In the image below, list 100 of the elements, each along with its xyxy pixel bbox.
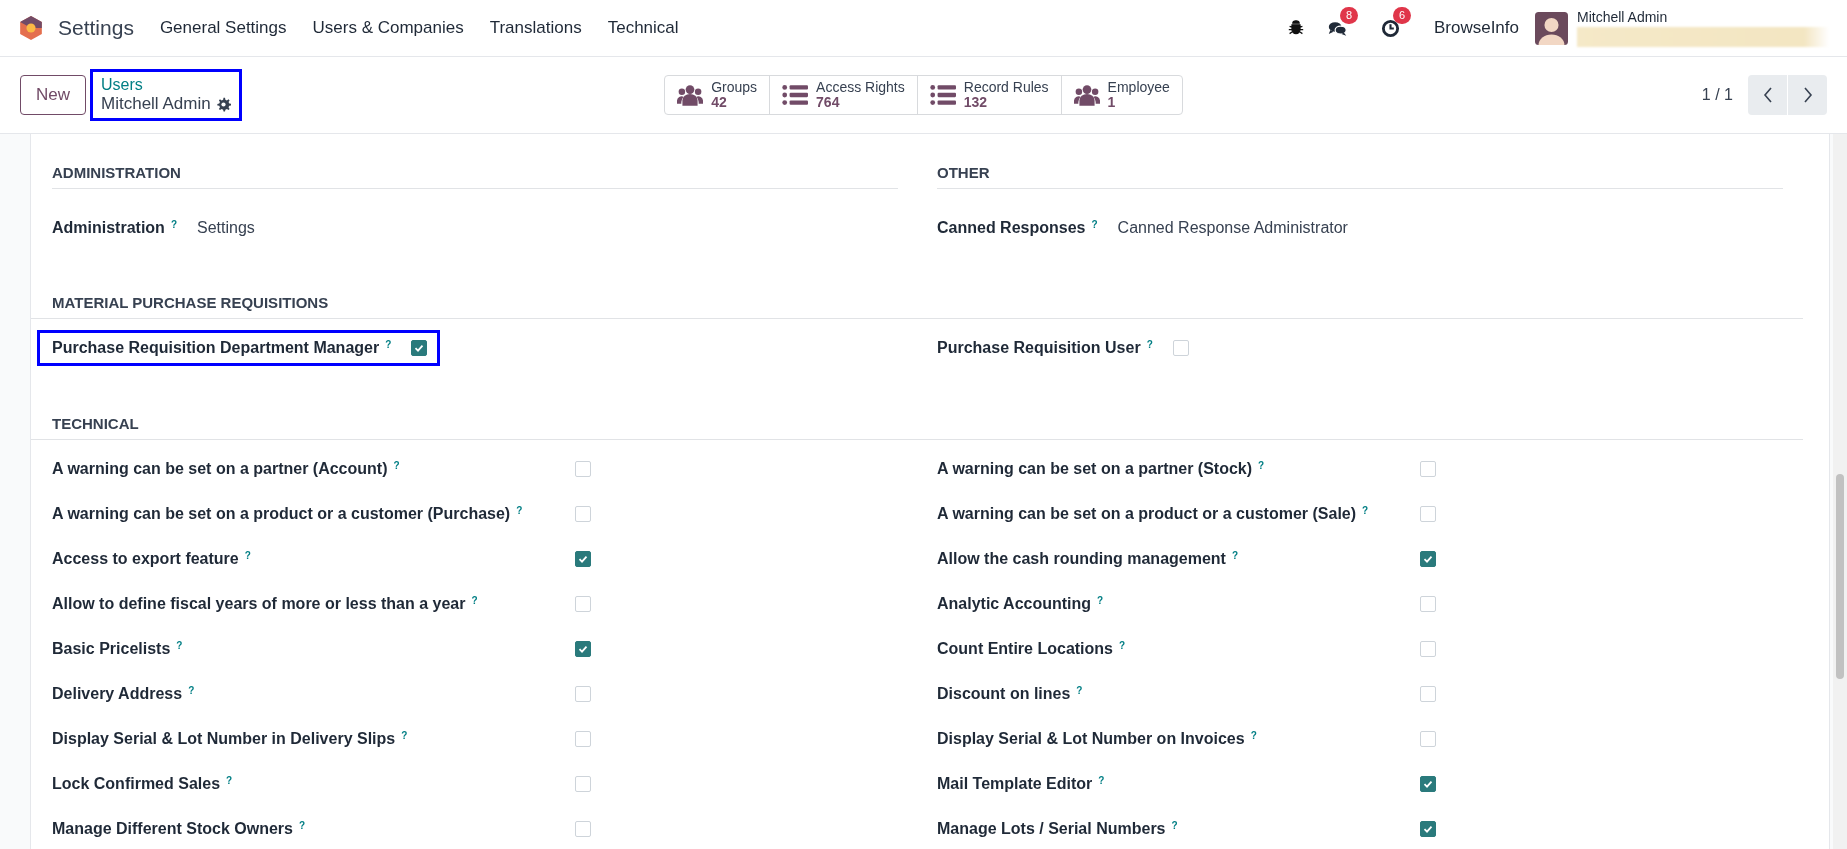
bug-icon[interactable] [1287,20,1304,36]
field-label: A warning can be set on a partner (Account) [52,460,388,478]
smart-button-count: 42 [711,95,727,111]
field-label: Lock Confirmed Sales [52,775,221,793]
help-mark[interactable]: ? [1250,730,1257,741]
users-icon [677,84,704,106]
pager-value: 1 / 1 [1701,86,1733,104]
help-mark[interactable]: ? [393,460,400,471]
help-mark[interactable]: ? [385,339,392,350]
help-mark[interactable]: ? [1119,640,1126,651]
smart-button[interactable]: Groups 42 [665,76,770,114]
help-mark[interactable]: ? [401,730,408,741]
smart-button-label: Record Rules [963,79,1049,95]
smart-button[interactable]: Access Rights 764 [769,76,917,114]
smart-button-count: 1 [1107,95,1116,111]
avatar-icon[interactable] [1535,11,1568,45]
list-icon [782,84,809,106]
field-label: A warning can be set on a product or a customer (Purchase) [52,505,511,523]
field-label: Basic Pricelists [52,640,171,658]
checkmark-icon [413,342,426,354]
section-heading: TECHNICAL [31,415,1803,440]
breadcrumb-link[interactable]: Users [101,76,231,94]
app-name[interactable]: Settings [58,16,134,40]
field-label: Display Serial & Lot Number in Delivery Slips [52,730,396,748]
help-mark[interactable]: ? [170,219,177,230]
field-label: Discount on lines [937,685,1071,703]
settings-icon[interactable] [215,96,231,112]
user-name[interactable]: Mitchell Admin [1577,9,1829,25]
checkbox[interactable] [575,641,591,657]
field-label: Display Serial & Lot Number on Invoices [937,730,1245,748]
checkmark-icon [1422,778,1434,790]
checkmark-icon [1422,823,1434,835]
help-mark[interactable]: ? [1146,339,1153,350]
help-mark[interactable]: ? [1171,820,1178,831]
help-mark[interactable]: ? [516,505,523,516]
checkmark-icon [1422,553,1434,565]
help-mark[interactable]: ? [1258,460,1265,471]
help-mark[interactable]: ? [176,640,183,651]
scrollbar[interactable] [1833,134,1847,849]
help-mark[interactable]: ? [1231,550,1239,561]
smart-button[interactable]: Record Rules 132 [916,76,1061,114]
field-label: Analytic Accounting [937,595,1092,613]
field-value[interactable]: Canned Response Administrator [1117,219,1348,237]
smart-button-label: Employee [1107,79,1170,95]
checkbox[interactable] [1420,776,1436,792]
list-icon [929,84,956,106]
checkbox[interactable] [411,340,428,356]
clock-icon[interactable] [1380,18,1400,38]
field-label: Allow the cash rounding management [937,550,1226,568]
checkmark-icon [577,553,589,565]
field-label: Mail Template Editor [937,775,1093,793]
field-label: Purchase Requisition Department Manager [52,339,380,357]
help-mark[interactable]: ? [1098,775,1105,786]
help-mark[interactable]: ? [226,775,233,786]
scroll-thumb[interactable] [1836,474,1844,679]
smart-button-label: Access Rights [816,79,905,95]
section-heading: ADMINISTRATION [52,164,898,189]
help-mark[interactable]: ? [471,595,478,606]
help-mark[interactable]: ? [1076,685,1083,696]
count-badge: 6 [1392,6,1412,24]
chevron-right-icon [1801,85,1814,105]
previous-button[interactable] [1748,75,1787,115]
section-heading: OTHER [937,164,1783,189]
help-mark[interactable]: ? [188,685,195,696]
field-value[interactable]: Settings [197,219,255,237]
checkbox[interactable] [1420,551,1436,567]
new-button[interactable]: New [20,75,86,115]
logo-icon [18,15,44,41]
company-name[interactable]: BrowseInfo [1433,18,1519,38]
help-mark[interactable]: ? [1362,505,1369,516]
users-icon [1073,84,1100,106]
menu-item[interactable]: Users & Companies [312,18,464,38]
menu-item[interactable]: Translations [489,18,582,38]
field-label: Purchase Requisition User [937,339,1141,357]
help-mark[interactable]: ? [1091,219,1098,230]
checkmark-icon [577,643,589,655]
field-label: Allow to define fiscal years of more or less than a year [52,595,466,613]
chevron-left-icon [1761,85,1774,105]
menu-item[interactable]: General Settings [159,18,287,38]
field-label: Count Entire Locations [937,640,1113,658]
record-title: Mitchell Admin [101,94,211,114]
smart-button[interactable]: Employee 1 [1060,76,1182,114]
field-label: Manage Lots / Serial Numbers [937,820,1166,838]
field-label: Delivery Address [52,685,183,703]
checkbox[interactable] [575,551,591,567]
menu-item[interactable]: Technical [607,18,679,38]
smart-button-count: 132 [963,95,989,111]
smart-button-label: Groups [711,79,758,95]
help-mark[interactable]: ? [1097,595,1104,606]
help-mark[interactable]: ? [298,820,306,831]
count-badge: 8 [1339,6,1359,24]
field-label: A warning can be set on a product or a customer (Sale) [937,505,1357,523]
help-mark[interactable]: ? [244,550,251,561]
next-button[interactable] [1788,75,1827,115]
section-heading: MATERIAL PURCHASE REQUISITIONS [31,294,1803,319]
field-label: A warning can be set on a partner (Stock) [937,460,1253,478]
smart-button-count: 764 [816,95,841,111]
field-label: Administration [52,219,165,237]
field-label: Canned Responses [937,219,1086,237]
checkbox[interactable] [1420,821,1436,837]
